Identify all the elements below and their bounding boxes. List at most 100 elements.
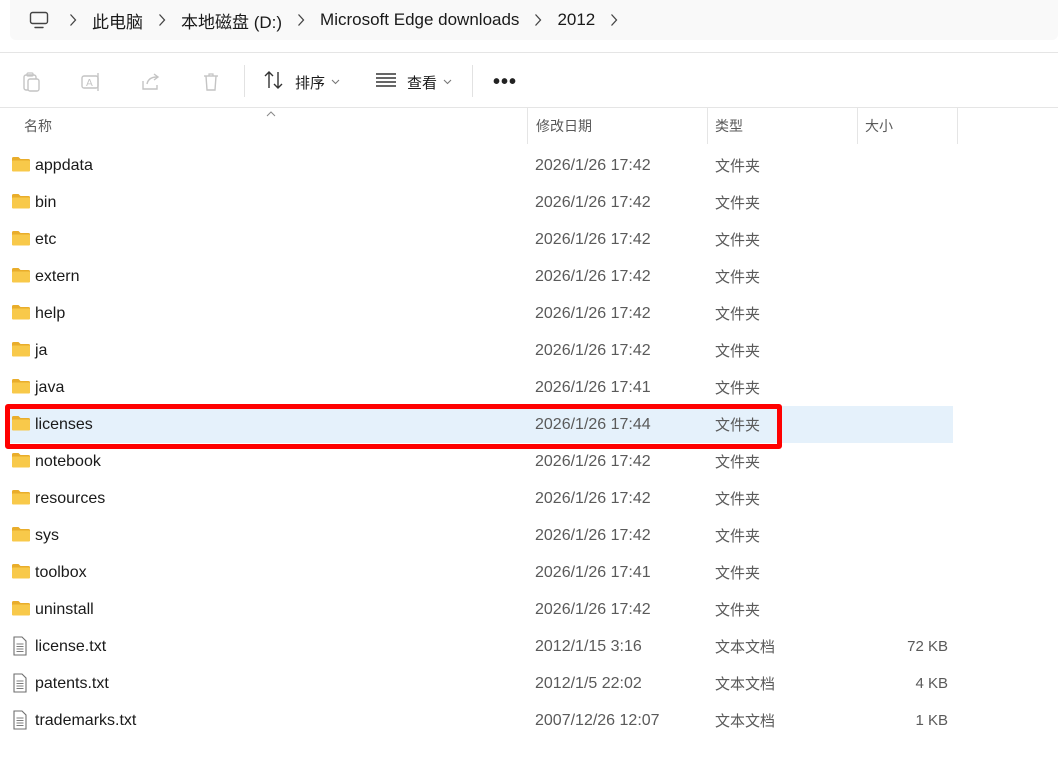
column-divider[interactable] [707, 108, 708, 144]
svg-text:A: A [86, 78, 93, 89]
file-name: help [35, 304, 66, 322]
folder-icon [11, 340, 31, 360]
file-row-appdata[interactable]: appdata 2026/1/26 17:42 文件夹 [0, 147, 1058, 184]
sort-label: 排序 [295, 74, 326, 92]
view-button[interactable]: 查看 [375, 67, 452, 97]
column-divider[interactable] [857, 108, 858, 144]
folder-icon [11, 303, 31, 323]
folder-icon [11, 266, 31, 286]
column-header-name[interactable]: 名称 [24, 108, 524, 144]
file-name: license.txt [35, 637, 107, 655]
toolbar-divider [472, 65, 473, 97]
column-header-size[interactable]: 大小 [865, 108, 955, 144]
breadcrumb-2012[interactable]: 2012 [557, 10, 595, 30]
file-row-toolbox[interactable]: toolbox 2026/1/26 17:41 文件夹 [0, 554, 1058, 591]
file-name: licenses [35, 415, 93, 433]
folder-icon [11, 192, 31, 212]
file-name: uninstall [35, 600, 94, 618]
this-pc-icon[interactable] [24, 0, 54, 40]
file-row-uninstall[interactable]: uninstall 2026/1/26 17:42 文件夹 [0, 591, 1058, 628]
breadcrumb-edge-downloads[interactable]: Microsoft Edge downloads [320, 10, 519, 30]
column-header-type[interactable]: 类型 [715, 108, 855, 144]
file-name: etc [35, 230, 57, 248]
file-name: extern [35, 267, 80, 285]
file-row-notebook[interactable]: notebook 2026/1/26 17:42 文件夹 [0, 443, 1058, 480]
file-type: 文件夹 [715, 491, 761, 508]
file-name: patents.txt [35, 674, 109, 692]
file-type: 文件夹 [715, 269, 761, 286]
file-size: 72 KB [907, 638, 948, 655]
file-row-patents-txt[interactable]: patents.txt 2012/1/5 22:02 文本文档 4 KB [0, 665, 1058, 702]
file-date: 2026/1/26 17:42 [535, 600, 651, 618]
file-type: 文件夹 [715, 602, 761, 619]
column-divider[interactable] [957, 108, 958, 144]
command-bar: A 排序 查看 ••• [0, 52, 1058, 108]
file-type: 文件夹 [715, 528, 761, 545]
rename-icon[interactable]: A [79, 70, 103, 94]
share-icon[interactable] [139, 70, 163, 94]
file-size: 4 KB [915, 675, 948, 692]
file-date: 2026/1/26 17:42 [535, 526, 651, 544]
folder-icon [11, 377, 31, 397]
file-row-bin[interactable]: bin 2026/1/26 17:42 文件夹 [0, 184, 1058, 221]
paste-icon[interactable] [20, 70, 44, 94]
breadcrumb-this-pc[interactable]: 此电脑 [92, 8, 143, 33]
delete-icon[interactable] [199, 70, 223, 94]
file-row-license-txt[interactable]: license.txt 2012/1/15 3:16 文本文档 72 KB [0, 628, 1058, 665]
file-date: 2026/1/26 17:41 [535, 378, 651, 396]
file-type: 文本文档 [715, 676, 776, 693]
file-name: sys [35, 526, 59, 544]
file-row-sys[interactable]: sys 2026/1/26 17:42 文件夹 [0, 517, 1058, 554]
file-row-extern[interactable]: extern 2026/1/26 17:42 文件夹 [0, 258, 1058, 295]
sort-button[interactable]: 排序 [263, 67, 340, 97]
file-row-resources[interactable]: resources 2026/1/26 17:42 文件夹 [0, 480, 1058, 517]
folder-icon [11, 414, 31, 434]
folder-icon [11, 155, 31, 175]
file-row-trademarks-txt[interactable]: trademarks.txt 2007/12/26 12:07 文本文档 1 KB [0, 702, 1058, 739]
chevron-down-icon [331, 77, 340, 88]
toolbar-divider [244, 65, 245, 97]
chevron-right-icon[interactable] [62, 13, 84, 27]
breadcrumb-local-disk[interactable]: 本地磁盘 (D:) [181, 8, 282, 33]
text-file-icon [11, 636, 31, 656]
chevron-right-icon[interactable] [603, 13, 625, 27]
text-file-icon [11, 673, 31, 693]
more-options-button[interactable]: ••• [490, 67, 520, 97]
chevron-down-icon [443, 77, 452, 88]
folder-icon [11, 488, 31, 508]
file-type: 文件夹 [715, 195, 761, 212]
file-date: 2026/1/26 17:42 [535, 304, 651, 322]
file-name: appdata [35, 156, 93, 174]
file-type: 文件夹 [715, 343, 761, 360]
file-name: resources [35, 489, 106, 507]
file-date: 2012/1/5 22:02 [535, 674, 642, 692]
file-row-java[interactable]: java 2026/1/26 17:41 文件夹 [0, 369, 1058, 406]
view-icon [375, 72, 397, 92]
folder-icon [11, 451, 31, 471]
file-name: ja [35, 341, 48, 359]
sort-icon [263, 70, 285, 94]
file-type: 文件夹 [715, 380, 761, 397]
folder-icon [11, 562, 31, 582]
chevron-right-icon[interactable] [151, 13, 173, 27]
file-type: 文本文档 [715, 713, 776, 730]
file-date: 2026/1/26 17:42 [535, 341, 651, 359]
chevron-right-icon[interactable] [290, 13, 312, 27]
text-file-icon [11, 710, 31, 730]
file-date: 2007/12/26 12:07 [535, 711, 660, 729]
address-bar[interactable]: 此电脑 本地磁盘 (D:) Microsoft Edge downloads 2… [10, 0, 1058, 40]
file-row-licenses[interactable]: licenses 2026/1/26 17:44 文件夹 [8, 406, 953, 443]
column-divider[interactable] [527, 108, 528, 144]
file-date: 2026/1/26 17:42 [535, 452, 651, 470]
chevron-right-icon[interactable] [527, 13, 549, 27]
file-row-ja[interactable]: ja 2026/1/26 17:42 文件夹 [0, 332, 1058, 369]
file-row-etc[interactable]: etc 2026/1/26 17:42 文件夹 [0, 221, 1058, 258]
file-name: java [35, 378, 65, 396]
folder-icon [11, 525, 31, 545]
file-name: notebook [35, 452, 101, 470]
view-label: 查看 [407, 74, 438, 92]
file-row-help[interactable]: help 2026/1/26 17:42 文件夹 [0, 295, 1058, 332]
file-name: toolbox [35, 563, 87, 581]
file-date: 2012/1/15 3:16 [535, 637, 642, 655]
column-header-date[interactable]: 修改日期 [536, 108, 704, 144]
